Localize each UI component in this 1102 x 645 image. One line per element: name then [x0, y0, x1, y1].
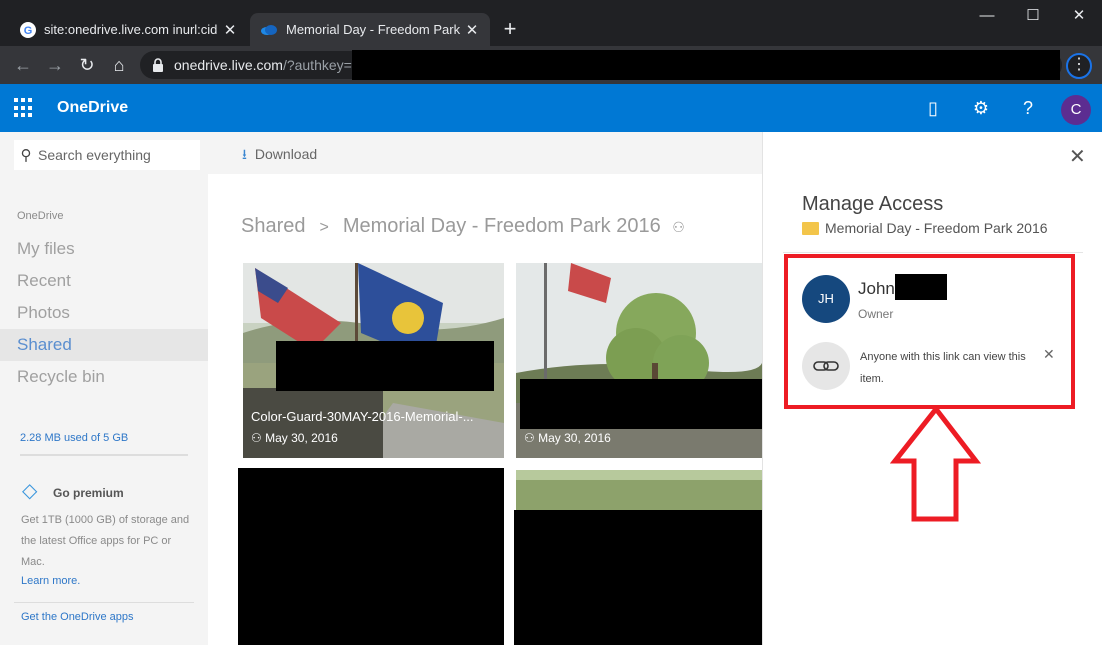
back-icon[interactable]: ← — [12, 54, 34, 76]
close-tab-icon[interactable]: ✕ — [222, 21, 238, 39]
sidebar-item-shared[interactable]: Shared — [0, 329, 208, 361]
gear-icon[interactable]: ⚙ — [969, 96, 993, 120]
new-tab-button[interactable]: + — [498, 18, 522, 42]
storage-bar — [20, 454, 188, 456]
lock-icon — [153, 58, 163, 72]
help-icon[interactable]: ? — [1016, 96, 1040, 120]
diamond-icon: ◇ — [22, 480, 38, 502]
sidebar-item-recent[interactable]: Recent — [0, 265, 208, 297]
storage-usage[interactable]: 2.28 MB used of 5 GB — [20, 432, 128, 444]
avatar[interactable]: C — [1061, 95, 1091, 125]
tab-title: site:onedrive.live.com inurl:cid Me — [44, 22, 222, 37]
svg-text:G: G — [24, 25, 33, 37]
shared-folder-icon — [802, 222, 819, 235]
onedrive-icon — [261, 24, 277, 35]
panel-title: Manage Access — [802, 193, 944, 215]
photo-date: ⚇ May 30, 2016 — [524, 431, 611, 445]
redaction — [520, 379, 762, 429]
highlight-box — [784, 254, 1075, 409]
sidebar: ⚲ Search everything OneDrive My files Re… — [0, 132, 208, 645]
breadcrumb-root[interactable]: Shared — [241, 215, 306, 237]
breadcrumb: Shared > Memorial Day - Freedom Park 2016 … — [241, 215, 685, 238]
reload-icon[interactable]: ↻ — [76, 54, 98, 76]
panel-folder-name: Memorial Day - Freedom Park 2016 — [825, 220, 1048, 236]
app-header: OneDrive ▯ ⚙ ? — [0, 84, 1102, 132]
photo-date-text: May 30, 2016 — [538, 431, 611, 445]
redaction — [514, 510, 764, 645]
close-tab-icon[interactable]: ✕ — [464, 21, 480, 39]
notification-icon[interactable]: ▯ — [921, 96, 945, 120]
maximize-icon[interactable]: ☐ — [1010, 0, 1056, 30]
sidebar-item-photos[interactable]: Photos — [0, 297, 208, 329]
download-label: Download — [254, 146, 318, 162]
shared-icon: ⚇ — [672, 219, 685, 235]
google-icon: G — [20, 21, 36, 38]
divider — [14, 602, 194, 603]
home-icon[interactable]: ⌂ — [108, 54, 130, 76]
close-icon[interactable]: ✕ — [1069, 144, 1086, 169]
redaction — [238, 468, 504, 645]
browser-tab-onedrive[interactable]: Memorial Day - Freedom Park 2016 ✕ — [250, 13, 490, 46]
learn-more-link[interactable]: Learn more. — [21, 575, 80, 587]
sidebar-item-recycle-bin[interactable]: Recycle bin — [0, 361, 208, 393]
premium-description: Get 1TB (1000 GB) of storage and the lat… — [21, 514, 190, 568]
photo-date: ⚇ May 30, 2016 — [251, 431, 338, 445]
divider — [783, 252, 1083, 253]
search-placeholder: Search everything — [38, 147, 151, 163]
arrow-annotation — [890, 405, 982, 522]
sidebar-item-my-files[interactable]: My files — [0, 233, 208, 265]
close-window-icon[interactable]: ✕ — [1056, 0, 1102, 30]
url-host: onedrive.live.com — [174, 57, 283, 73]
search-input[interactable]: ⚲ Search everything — [14, 140, 200, 170]
breadcrumb-current: Memorial Day - Freedom Park 2016 — [342, 215, 661, 237]
sidebar-group-label: OneDrive — [17, 210, 64, 222]
tab-title: Memorial Day - Freedom Park 2016 — [286, 22, 464, 37]
redaction — [276, 341, 494, 391]
search-icon: ⚲ — [20, 147, 32, 164]
url-path: /?authkey= — [282, 57, 352, 73]
forward-icon[interactable]: → — [44, 54, 66, 76]
browser-tab-search[interactable]: G site:onedrive.live.com inurl:cid Me ✕ — [10, 13, 248, 46]
app-launcher-icon[interactable] — [14, 98, 34, 118]
app-name[interactable]: OneDrive — [57, 99, 128, 117]
redaction — [352, 50, 1060, 80]
browser-tab-strip: G site:onedrive.live.com inurl:cid Me ✕ … — [0, 0, 1102, 46]
download-button[interactable]: ⭳ Download — [242, 144, 317, 168]
download-icon: ⭳ — [242, 146, 247, 162]
minimize-icon[interactable]: — — [964, 0, 1010, 30]
get-apps-link[interactable]: Get the OneDrive apps — [21, 611, 134, 623]
breadcrumb-separator: > — [319, 219, 329, 236]
browser-menu-icon[interactable]: ⋮ — [1066, 53, 1092, 79]
premium-title: Go premium — [53, 486, 124, 500]
shared-icon: ⚇ — [251, 431, 266, 445]
photo-date-text: May 30, 2016 — [265, 431, 338, 445]
shared-icon: ⚇ — [524, 431, 539, 445]
photo-name: Color-Guard-30MAY-2016-Memorial-... — [251, 409, 474, 424]
